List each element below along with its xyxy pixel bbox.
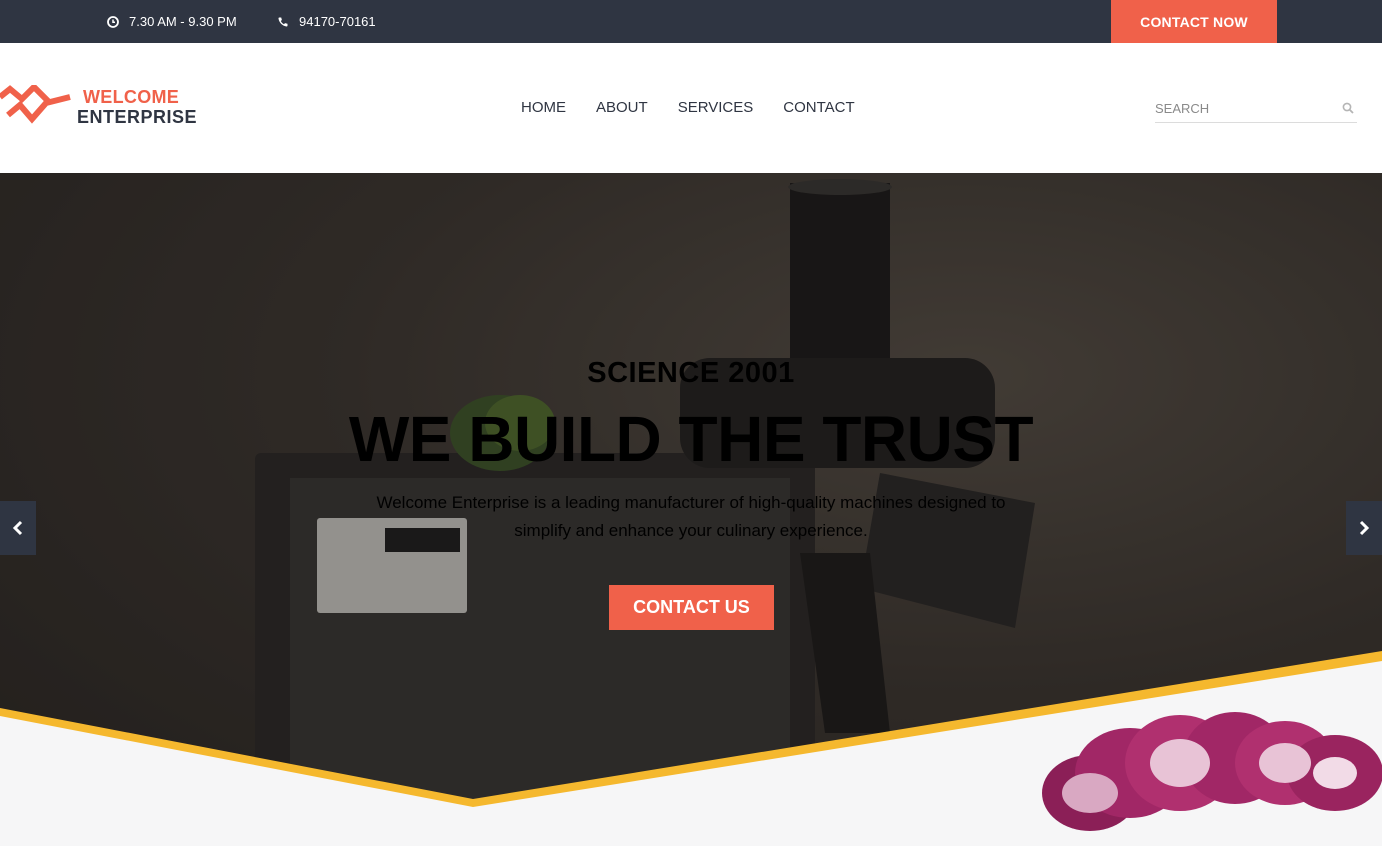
clock-icon: [107, 15, 119, 28]
nav-about[interactable]: ABOUT: [596, 99, 648, 116]
main-nav: HOME ABOUT SERVICES CONTACT: [521, 99, 855, 116]
search-input[interactable]: [1155, 95, 1335, 121]
site-logo[interactable]: WELCOME ENTERPRISE: [0, 85, 200, 135]
site-header: WELCOME ENTERPRISE HOME ABOUT SERVICES C…: [0, 43, 1382, 173]
nav-home[interactable]: HOME: [521, 99, 566, 116]
brand-line-1: WELCOME: [83, 87, 180, 107]
chevron-left-icon: [12, 520, 23, 536]
hero-description: Welcome Enterprise is a leading manufact…: [376, 493, 1006, 540]
double-chevron-logo-icon: [0, 85, 71, 124]
phone-text: 94170-70161: [299, 14, 376, 29]
nav-contact[interactable]: CONTACT: [783, 99, 854, 116]
chevron-right-icon: [1359, 520, 1370, 536]
hours-text: 7.30 AM - 9.30 PM: [129, 14, 237, 29]
contact-now-button[interactable]: CONTACT NOW: [1111, 0, 1277, 43]
contact-us-button[interactable]: CONTACT US: [609, 585, 774, 630]
brand-line-2: ENTERPRISE: [77, 107, 198, 127]
hero-slider: SCIENCE 2001 WE BUILD THE TRUST Welcome …: [0, 173, 1382, 846]
phone-icon: [278, 17, 288, 27]
nav-services[interactable]: SERVICES: [678, 99, 754, 116]
hero-headline: WE BUILD THE TRUST: [348, 403, 1034, 475]
phone-number: 94170-70161: [276, 0, 376, 43]
top-bar: 7.30 AM - 9.30 PM 94170-70161 CONTACT NO…: [0, 0, 1382, 43]
business-hours: 7.30 AM - 9.30 PM: [106, 0, 237, 43]
slider-next-button[interactable]: [1346, 501, 1382, 555]
search-box: [1155, 95, 1357, 123]
slider-prev-button[interactable]: [0, 501, 36, 555]
hero-kicker: SCIENCE 2001: [587, 357, 795, 389]
search-icon[interactable]: [1342, 102, 1354, 114]
